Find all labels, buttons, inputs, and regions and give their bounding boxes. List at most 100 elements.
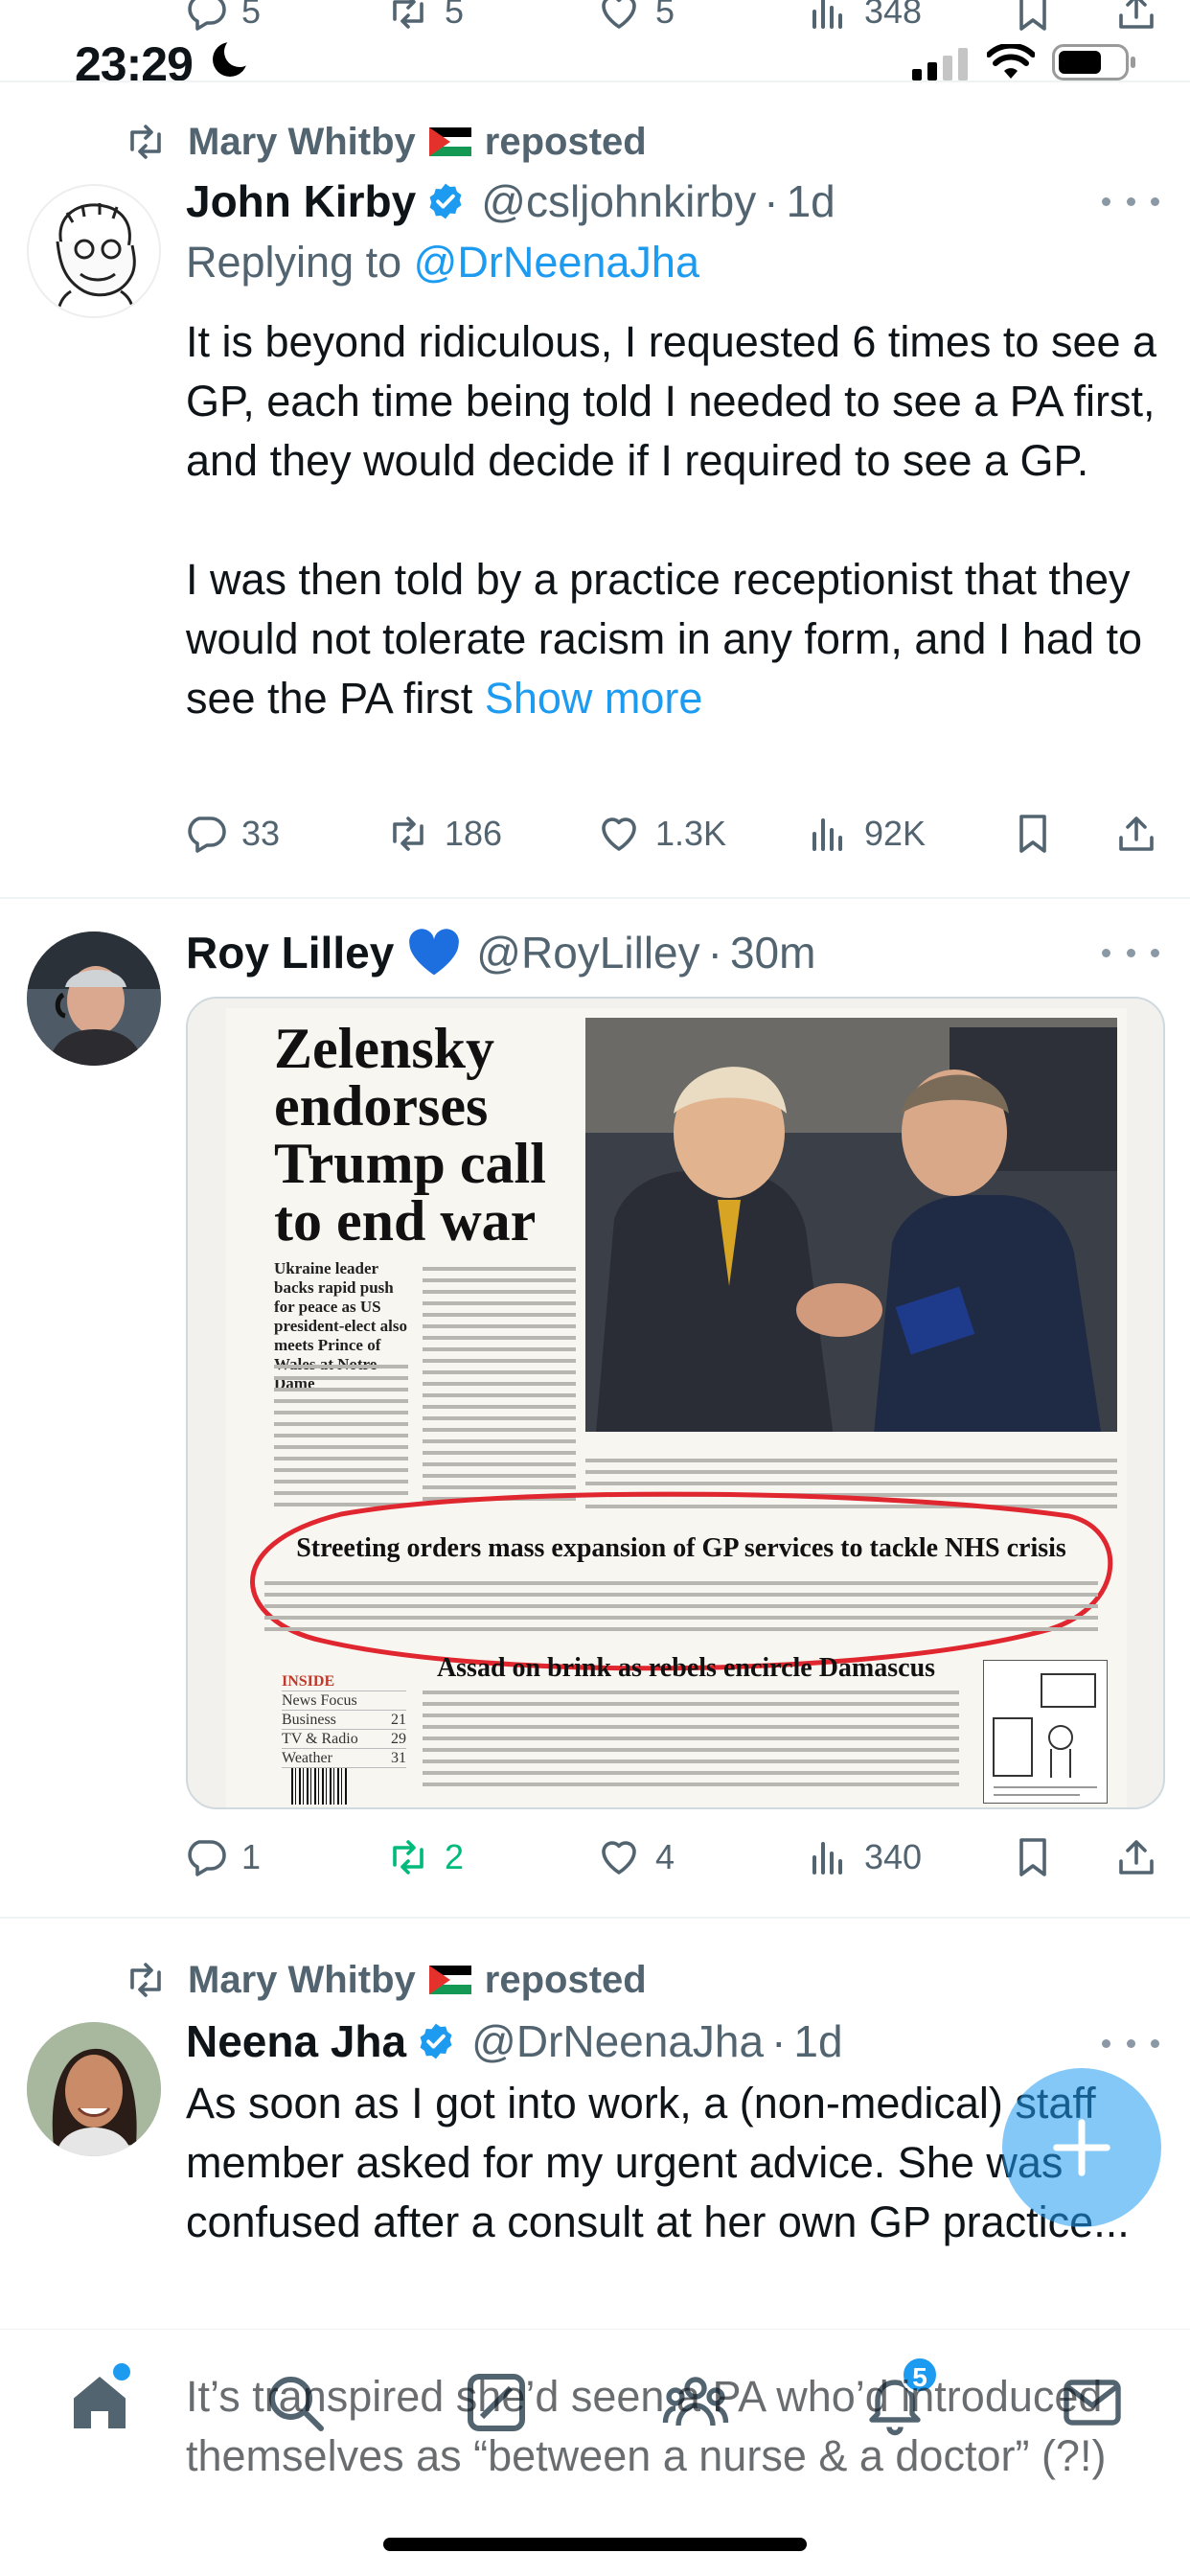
like-button[interactable]: 4 xyxy=(596,1828,675,1886)
reposted-by-name[interactable]: Mary Whitby xyxy=(188,121,416,164)
avatar[interactable] xyxy=(27,932,161,1066)
like-button[interactable]: 5 xyxy=(596,0,675,40)
author-handle[interactable]: @RoyLilley xyxy=(476,927,699,978)
views-button[interactable]: 340 xyxy=(805,1828,922,1886)
tweet-time[interactable]: 1d xyxy=(787,175,835,227)
text-column xyxy=(423,1347,576,1351)
cellular-signal-icon xyxy=(912,48,968,80)
bookmark-icon xyxy=(1010,0,1056,34)
share-button[interactable] xyxy=(1113,0,1159,40)
bookmark-icon xyxy=(1010,1834,1056,1880)
author-name[interactable]: Neena Jha xyxy=(186,2015,406,2067)
text-column xyxy=(423,1690,959,1694)
author-handle[interactable]: @csljohnkirby xyxy=(481,175,756,227)
text-column xyxy=(423,1760,959,1763)
tweet-actions: 33 186 1.3K 92K xyxy=(182,805,1159,862)
tweet-header: John Kirby @csljohnkirby · 1d xyxy=(186,171,835,232)
text-column xyxy=(423,1359,576,1363)
views-button[interactable]: 348 xyxy=(805,0,922,40)
tweet-time[interactable]: 1d xyxy=(793,2015,842,2067)
bookmark-button[interactable] xyxy=(1010,1828,1056,1886)
share-button[interactable] xyxy=(1113,805,1159,862)
cartoon-box xyxy=(983,1660,1108,1804)
tweet-text-overflow: It’s transpired she’d seen a PA who’d in… xyxy=(186,2372,1114,2480)
repost-button[interactable]: 186 xyxy=(385,805,502,862)
bookmark-button[interactable] xyxy=(1010,805,1056,862)
battery-icon xyxy=(1052,44,1135,80)
newspaper-headline: Zelensky endorses Trump call to end war xyxy=(274,1017,561,1253)
text-column xyxy=(274,1411,408,1414)
reposted-label: reposted xyxy=(484,120,647,163)
views-icon xyxy=(805,1834,851,1880)
status-time: 23:29 xyxy=(75,37,194,91)
tweet-text: It is beyond ridiculous, I requested 6 t… xyxy=(186,317,1157,723)
share-button[interactable] xyxy=(1113,1828,1159,1886)
text-column xyxy=(264,1604,1098,1608)
text-column xyxy=(423,1301,576,1305)
share-icon xyxy=(1113,0,1159,34)
reply-icon xyxy=(182,0,228,34)
avatar[interactable] xyxy=(27,2022,161,2156)
newspaper-photo xyxy=(585,1018,1117,1444)
divider xyxy=(0,897,1190,899)
text-column xyxy=(423,1474,576,1478)
views-button[interactable]: 92K xyxy=(805,805,926,862)
blue-heart-icon xyxy=(409,929,460,976)
text-column xyxy=(423,1313,576,1317)
replying-to-handle[interactable]: @DrNeenaJha xyxy=(414,238,699,287)
like-icon xyxy=(596,1834,642,1880)
text-column xyxy=(423,1416,576,1420)
views-icon xyxy=(805,811,851,857)
author-name[interactable]: John Kirby xyxy=(186,175,416,227)
repost-button[interactable]: 2 xyxy=(385,1828,464,1886)
separator-dot: · xyxy=(764,176,779,226)
newspaper-index: INSIDE News Focus Business 21 TV & Radio 2… xyxy=(282,1673,406,1768)
reply-icon xyxy=(182,811,228,857)
text-column xyxy=(423,1278,576,1282)
author-name[interactable]: Roy Lilley xyxy=(186,927,394,978)
text-column xyxy=(264,1581,1098,1585)
new-posts-dot xyxy=(113,2363,130,2380)
avatar[interactable] xyxy=(27,184,161,318)
divider xyxy=(0,1917,1190,1919)
show-more-link[interactable]: Show more xyxy=(485,674,703,723)
newspaper-front-page: Zelensky endorses Trump call to end war xyxy=(226,1008,1127,1807)
tweet-header: Neena Jha @DrNeenaJha · 1d xyxy=(186,2011,843,2072)
reposted-by-name[interactable]: Mary Whitby xyxy=(188,1959,416,2002)
separator-dot: · xyxy=(771,2016,787,2066)
text-column xyxy=(423,1736,959,1740)
text-column xyxy=(423,1702,959,1706)
text-column xyxy=(423,1748,959,1752)
text-column xyxy=(585,1459,1117,1462)
palestine-flag-icon xyxy=(428,1966,471,1994)
more-options-icon[interactable] xyxy=(1102,192,1159,211)
bookmark-button[interactable] xyxy=(1010,0,1056,40)
tweet-time[interactable]: 30m xyxy=(730,927,815,978)
caricature-avatar-image xyxy=(56,203,136,316)
reply-button[interactable]: 1 xyxy=(182,1828,261,1886)
newspaper-second-story: Assad on brink as rebels encircle Damasc… xyxy=(436,1653,936,1683)
text-column xyxy=(423,1451,576,1455)
text-column xyxy=(585,1470,1117,1474)
author-handle[interactable]: @DrNeenaJha xyxy=(471,2015,764,2067)
text-column xyxy=(423,1405,576,1409)
wifi-icon xyxy=(987,44,1035,79)
text-column xyxy=(274,1445,408,1449)
more-options-icon[interactable] xyxy=(1102,2034,1159,2053)
repost-indicator: Mary Whitby reposted xyxy=(123,113,647,171)
home-indicator[interactable] xyxy=(383,2538,807,2551)
more-options-icon[interactable] xyxy=(1102,943,1159,962)
newspaper-deck: Ukraine leader backs rapid push for peac… xyxy=(274,1259,407,1392)
like-button[interactable]: 1.3K xyxy=(596,805,726,862)
repost-button[interactable]: 5 xyxy=(385,0,464,40)
verified-icon xyxy=(416,2021,456,2061)
tweet-image[interactable]: Zelensky endorses Trump call to end war xyxy=(186,997,1165,1809)
text-column xyxy=(423,1336,576,1340)
compose-button[interactable] xyxy=(1002,2068,1161,2227)
text-column xyxy=(423,1782,959,1786)
reply-icon xyxy=(182,1834,228,1880)
reply-button[interactable]: 33 xyxy=(182,805,280,862)
moon-icon xyxy=(213,36,255,77)
text-column xyxy=(274,1457,408,1460)
reply-button[interactable]: 5 xyxy=(182,0,261,40)
